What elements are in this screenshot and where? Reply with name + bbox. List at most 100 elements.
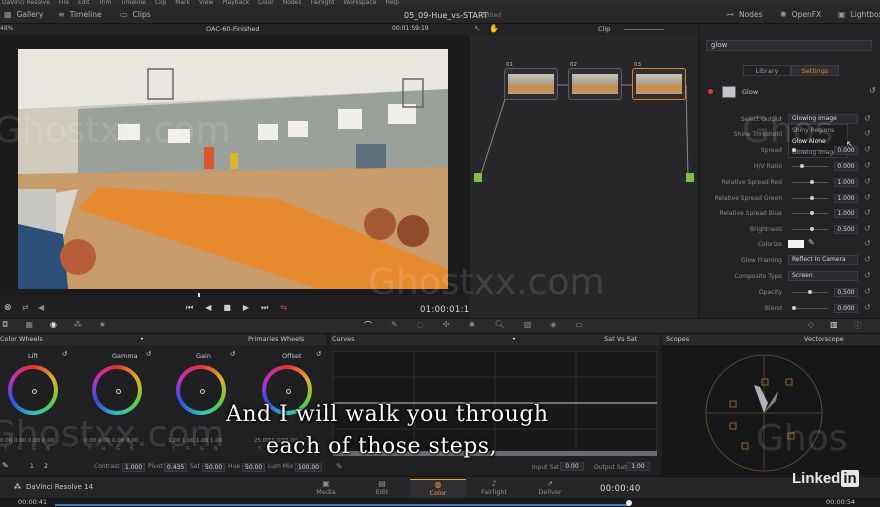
node-zoom-slider[interactable]	[624, 29, 664, 30]
output-sat-value[interactable]: 1.00	[626, 462, 650, 471]
param-slider[interactable]	[792, 227, 828, 231]
color-wheels-icon[interactable]: ◉	[50, 320, 57, 329]
speed-icon[interactable]: ⊗	[4, 303, 12, 313]
param-value[interactable]: 1.000	[834, 178, 858, 187]
wheel-puck[interactable]	[116, 389, 121, 394]
wheels-page-button[interactable]: 1	[30, 463, 34, 470]
sizing-icon[interactable]: ▨	[524, 320, 532, 331]
param-value[interactable]: 0.000	[834, 146, 858, 155]
reset-icon[interactable]: ↺	[864, 224, 871, 233]
tab-library[interactable]: Library	[743, 65, 791, 76]
page-fairlight[interactable]: ♪ Fairlight	[466, 479, 522, 498]
slider-knob[interactable]	[810, 211, 814, 215]
reset-icon[interactable]: ↺	[864, 114, 871, 123]
param-value[interactable]: 1.000	[834, 194, 858, 203]
key-icon[interactable]: 🔍︎	[495, 320, 505, 331]
mini-timeline[interactable]: 00:00:41 00:00:54	[0, 498, 880, 507]
color-match-icon[interactable]: ▦	[25, 320, 33, 329]
wheel-puck[interactable]	[32, 389, 37, 394]
reset-icon[interactable]: ↺	[864, 177, 871, 186]
output-node[interactable]	[686, 173, 694, 182]
input-sat-value[interactable]: 0.00	[560, 462, 584, 471]
reset-icon[interactable]: ↺	[864, 193, 871, 202]
fx-search-input[interactable]: glow	[706, 40, 872, 51]
color-swatch[interactable]	[788, 240, 804, 248]
input-node[interactable]	[474, 173, 482, 182]
volume-icon[interactable]: ◀	[38, 303, 44, 312]
motion-effects-icon[interactable]: ★	[99, 320, 106, 329]
page-deliver[interactable]: ➚ Deliver	[522, 479, 578, 498]
page-edit[interactable]: ▤ Edit	[354, 479, 410, 498]
reset-icon[interactable]: ↺	[864, 239, 871, 248]
lightbox-tab[interactable]: ▣ Lightbox	[838, 10, 880, 19]
param-slider[interactable]	[792, 164, 828, 168]
clip-name[interactable]: OAC-60-Finished	[206, 25, 259, 33]
enable-dot[interactable]	[708, 89, 713, 94]
node-mode[interactable]: Clip	[598, 25, 610, 33]
reset-icon[interactable]: ↺	[316, 350, 321, 358]
keyframes-icon[interactable]: ◇	[808, 320, 814, 331]
slider-knob[interactable]	[800, 164, 804, 168]
eyedropper-icon[interactable]: ✎	[808, 238, 815, 247]
param-value[interactable]: 0.435	[164, 463, 188, 472]
scopes-mode-dropdown[interactable]: Vectorscope	[804, 334, 844, 345]
param-value[interactable]: 100.00	[295, 463, 322, 472]
page-media[interactable]: ▣ Media	[298, 479, 354, 498]
tracker-icon[interactable]: ✣	[443, 320, 450, 331]
slider-knob[interactable]	[792, 306, 796, 310]
eyedropper-icon[interactable]: ✎	[336, 462, 343, 471]
composite-dropdown[interactable]: Screen	[788, 271, 858, 281]
zoom-level[interactable]: 48%	[0, 25, 13, 32]
3d-icon[interactable]: ◈	[550, 320, 556, 331]
rgb-mixer-icon[interactable]: ⁂	[74, 320, 82, 329]
prev-clip-icon[interactable]: ⏮	[186, 303, 193, 313]
page-color[interactable]: ◍ Color	[410, 479, 466, 498]
reset-icon[interactable]: ↺	[864, 303, 871, 312]
scopes-icon[interactable]: ▥	[830, 320, 838, 331]
magic-mask-icon[interactable]: ▭	[575, 320, 583, 331]
slider-knob[interactable]	[808, 290, 812, 294]
reset-icon[interactable]: ↺	[864, 287, 871, 296]
reset-icon[interactable]: ↺	[146, 350, 151, 358]
wheel-puck[interactable]	[286, 389, 291, 394]
opacity-slider[interactable]	[792, 290, 828, 294]
blend-slider[interactable]	[792, 306, 828, 310]
slider-knob[interactable]	[810, 196, 814, 200]
gallery-tab[interactable]: ▦ Gallery	[4, 10, 43, 19]
curves-icon[interactable]: ⌒	[364, 320, 372, 331]
param-slider[interactable]	[792, 180, 828, 184]
video-frame[interactable]	[18, 49, 448, 289]
param-slider[interactable]	[792, 196, 828, 200]
slider-knob[interactable]	[810, 180, 814, 184]
qualifier-icon[interactable]: ✎	[391, 320, 398, 331]
reset-icon[interactable]: ↺	[230, 350, 235, 358]
wheels-page-button[interactable]: 2	[44, 463, 48, 470]
nodes-tab[interactable]: ⊶ Nodes	[726, 10, 762, 19]
color-wheel[interactable]	[176, 365, 226, 415]
next-clip-icon[interactable]: ⏭	[261, 303, 268, 313]
param-value[interactable]: 50.00	[242, 463, 266, 472]
slider-knob[interactable]	[810, 227, 814, 231]
playhead[interactable]	[198, 293, 200, 297]
reset-icon[interactable]: ↺	[864, 161, 871, 170]
reverse-icon[interactable]: ◀	[205, 303, 211, 313]
reset-icon[interactable]: ↺	[864, 271, 871, 280]
reset-icon[interactable]: ↺	[864, 145, 871, 154]
node-02[interactable]: 02	[568, 62, 622, 100]
play-icon[interactable]: ▶	[243, 303, 249, 313]
reset-icon[interactable]: ↺	[864, 208, 871, 217]
param-value[interactable]: 0.500	[834, 225, 858, 234]
clips-tab[interactable]: ▭ Clips	[120, 10, 151, 19]
glow-framing-dropdown[interactable]: Reflect In Camera	[788, 255, 858, 265]
loop-icon[interactable]: ⇄	[22, 303, 29, 312]
blend-value[interactable]: 0.000	[834, 304, 858, 313]
param-value[interactable]: 1.000	[834, 209, 858, 218]
wheels-mode-dropdown[interactable]: Primaries Wheels	[248, 334, 304, 345]
reset-icon[interactable]: ↺	[864, 255, 871, 264]
color-wheel[interactable]	[92, 365, 142, 415]
param-value[interactable]: 50.00	[202, 463, 226, 472]
info-icon[interactable]: ⓘ	[854, 320, 862, 331]
window-icon[interactable]: ◌	[417, 320, 424, 331]
node-01[interactable]: 01	[504, 62, 558, 100]
reset-icon[interactable]: ↺	[62, 350, 67, 358]
